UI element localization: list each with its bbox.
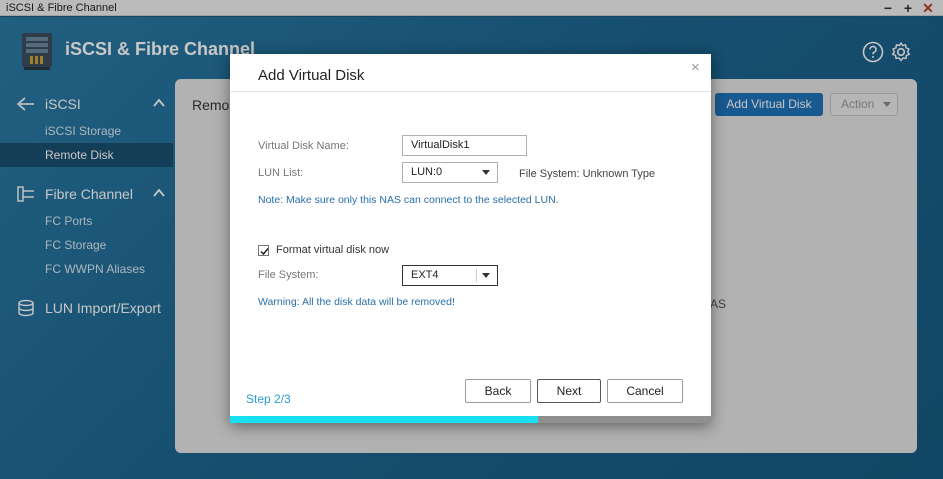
lun-list-value: LUN:0 (411, 166, 443, 178)
step-indicator: Step 2/3 (246, 392, 291, 406)
file-system-value: EXT4 (411, 269, 439, 281)
dialog-divider (230, 91, 711, 92)
checkmark-icon (260, 248, 269, 256)
virtual-disk-name-input[interactable]: VirtualDisk1 (402, 135, 527, 156)
cancel-button[interactable]: Cancel (607, 379, 683, 403)
wizard-progress-bar (230, 416, 711, 423)
close-icon[interactable]: × (691, 59, 700, 76)
note-text: Note: Make sure only this NAS can connec… (258, 194, 559, 206)
back-button[interactable]: Back (465, 379, 531, 403)
dialog-title: Add Virtual Disk (258, 67, 365, 84)
wizard-progress-fill (230, 416, 538, 423)
caret-down-icon (482, 170, 490, 175)
lun-list-label: LUN List: (258, 167, 304, 179)
file-system-select[interactable]: EXT4 (402, 265, 498, 286)
format-virtual-disk-checkbox[interactable] (258, 245, 269, 256)
select-divider (476, 269, 477, 282)
file-system-info-label: File System: (519, 168, 580, 180)
add-virtual-disk-dialog: Add Virtual Disk × Virtual Disk Name: Vi… (230, 54, 711, 423)
virtual-disk-name-label: Virtual Disk Name: (258, 140, 349, 152)
format-virtual-disk-label[interactable]: Format virtual disk now (276, 244, 389, 256)
warning-text: Warning: All the disk data will be remov… (258, 296, 455, 308)
caret-down-icon (482, 273, 490, 278)
note-prefix: Note: (258, 194, 284, 206)
next-button[interactable]: Next (537, 379, 601, 403)
note-body: Make sure only this NAS can connect to t… (286, 194, 559, 206)
file-system-label: File System: (258, 269, 319, 281)
file-system-info: File System: Unknown Type (519, 168, 655, 180)
file-system-info-value: Unknown Type (582, 168, 656, 180)
lun-list-select[interactable]: LUN:0 (402, 162, 498, 183)
